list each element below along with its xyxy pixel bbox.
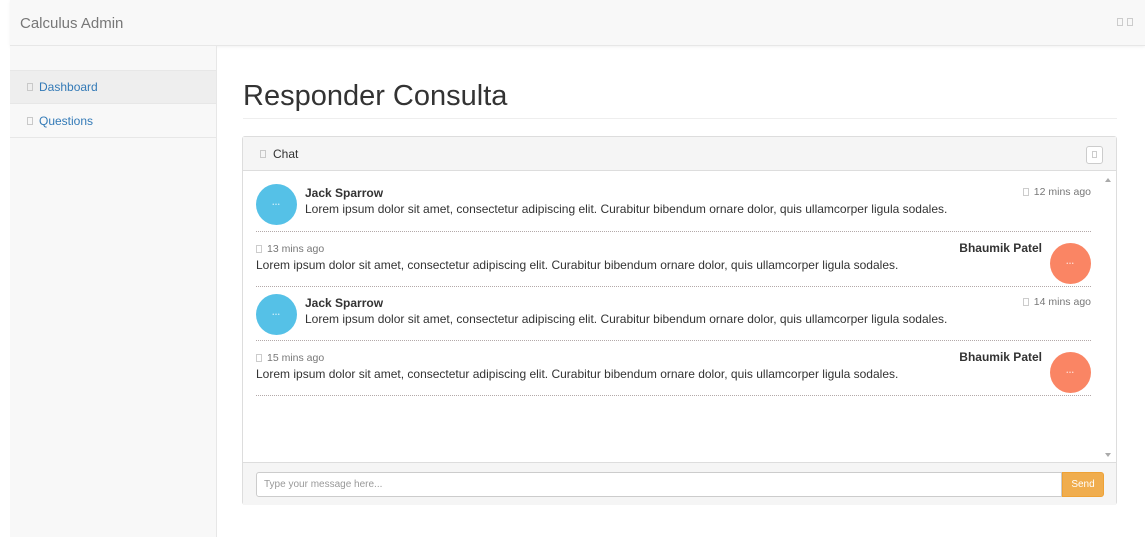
sidebar: Dashboard Questions [10,46,217,537]
dropdown-caret-icon[interactable] [1127,18,1133,26]
top-icons [1117,18,1133,26]
chat-message-list[interactable]: ••• Jack Sparrow 12 mins ago Lorem ipsum… [243,172,1116,462]
sidebar-nav: Dashboard Questions [10,70,216,138]
clock-icon [256,354,262,362]
clock-icon [1022,298,1029,306]
message-time: 13 mins ago [256,243,324,255]
chat-message: ••• 13 mins ago Bhaumik Patel Lorem ipsu… [256,232,1091,287]
chat-message: ••• Jack Sparrow 12 mins ago Lorem ipsum… [256,179,1091,232]
message-author: Bhaumik Patel [959,241,1042,255]
message-text: Lorem ipsum dolor sit amet, consectetur … [305,312,948,326]
message-text: Lorem ipsum dolor sit amet, consectetur … [256,367,899,381]
message-text: Lorem ipsum dolor sit amet, consectetur … [305,202,948,216]
sidebar-item-label: Questions [39,113,94,128]
top-navbar: Calculus Admin [10,0,1145,46]
message-text: Lorem ipsum dolor sit amet, consectetur … [256,258,899,272]
dashboard-icon [27,83,33,91]
message-time: 15 mins ago [256,352,324,364]
questions-icon [27,116,33,125]
avatar: ••• [256,294,297,335]
chat-panel-footer: Send [243,462,1116,505]
chat-message: ••• 15 mins ago Bhaumik Patel Lorem ipsu… [256,341,1091,396]
message-time: 14 mins ago [1022,296,1091,308]
sidebar-item-label: Dashboard [39,80,98,94]
chat-scrollbar[interactable] [1103,172,1114,462]
message-author: Jack Sparrow [305,296,384,310]
title-divider [243,118,1117,119]
message-author: Bhaumik Patel [959,350,1042,364]
clock-icon [256,245,262,253]
chat-message: ••• Jack Sparrow 14 mins ago Lorem ipsum… [256,287,1091,341]
chevron-down-icon [1092,151,1097,158]
avatar: ••• [1050,243,1091,284]
clock-icon [1022,188,1029,196]
chat-panel-heading: Chat [243,137,1116,171]
scroll-up-icon[interactable] [1105,178,1111,182]
user-menu-icon[interactable] [1117,18,1123,26]
sidebar-item-dashboard[interactable]: Dashboard [10,70,216,104]
scroll-down-icon[interactable] [1105,453,1111,457]
chat-panel-title: Chat [273,147,299,161]
message-time: 12 mins ago [1022,186,1091,198]
avatar: ••• [1050,352,1091,393]
message-author: Jack Sparrow [305,186,384,200]
comments-icon [260,150,266,158]
page-title: Responder Consulta [243,80,508,112]
send-button[interactable]: Send [1062,472,1104,497]
panel-options-button[interactable] [1086,146,1103,164]
avatar: ••• [256,184,297,225]
message-input[interactable] [256,472,1062,497]
sidebar-item-questions[interactable]: Questions [10,104,216,138]
brand-title[interactable]: Calculus Admin [20,15,123,32]
chat-panel: Chat ••• Jack Sparrow 12 mins ago Lorem … [242,136,1117,505]
